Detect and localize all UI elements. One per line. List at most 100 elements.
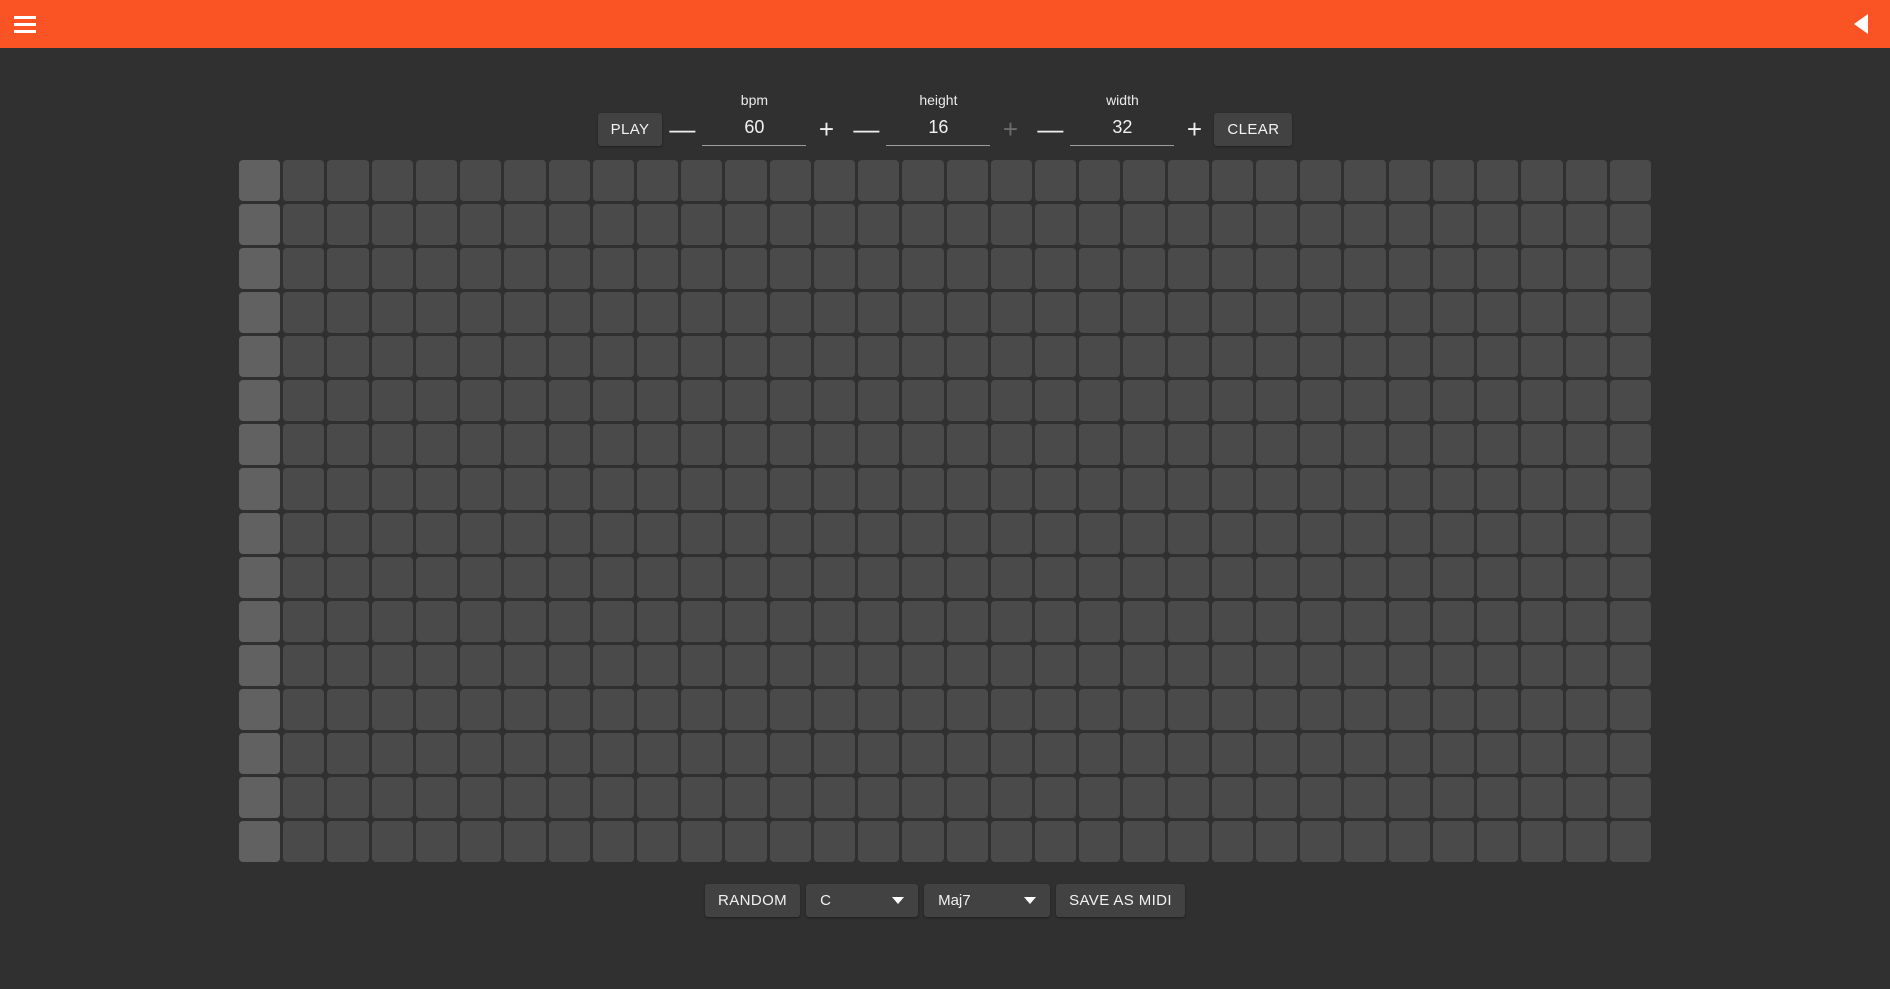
grid-cell[interactable] — [415, 336, 458, 378]
grid-cell[interactable] — [1079, 160, 1121, 202]
width-input[interactable] — [1070, 115, 1175, 146]
grid-cell[interactable] — [1432, 600, 1475, 642]
grid-cell[interactable] — [1123, 776, 1165, 818]
grid-cell[interactable] — [1388, 424, 1430, 466]
grid-cell[interactable] — [1167, 732, 1209, 774]
grid-cell[interactable] — [415, 600, 458, 642]
grid-cell[interactable] — [1034, 380, 1077, 422]
grid-cell[interactable] — [548, 248, 590, 290]
grid-cell[interactable] — [1609, 160, 1651, 202]
grid-cell[interactable] — [283, 380, 325, 422]
grid-cell[interactable] — [636, 688, 679, 730]
grid-cell[interactable] — [1256, 688, 1298, 730]
grid-cell[interactable] — [725, 248, 767, 290]
grid-cell[interactable] — [239, 424, 281, 466]
grid-cell[interactable] — [636, 336, 679, 378]
grid-cell[interactable] — [460, 688, 502, 730]
grid-cell[interactable] — [460, 336, 502, 378]
grid-cell[interactable] — [858, 160, 900, 202]
grid-cell[interactable] — [283, 424, 325, 466]
grid-cell[interactable] — [504, 292, 546, 334]
grid-cell[interactable] — [239, 160, 281, 202]
grid-cell[interactable] — [769, 644, 811, 686]
grid-cell[interactable] — [813, 556, 856, 598]
grid-cell[interactable] — [769, 820, 811, 862]
grid-cell[interactable] — [1609, 248, 1651, 290]
hamburger-menu-icon[interactable] — [14, 15, 36, 33]
grid-cell[interactable] — [1388, 556, 1430, 598]
grid-cell[interactable] — [1123, 512, 1165, 554]
grid-cell[interactable] — [548, 732, 590, 774]
grid-cell[interactable] — [636, 556, 679, 598]
grid-cell[interactable] — [1123, 160, 1165, 202]
grid-cell[interactable] — [946, 336, 988, 378]
grid-cell[interactable] — [1388, 248, 1430, 290]
grid-cell[interactable] — [725, 380, 767, 422]
grid-cell[interactable] — [1521, 204, 1563, 246]
bpm-decrement-button[interactable]: — — [662, 112, 702, 146]
grid-cell[interactable] — [1344, 688, 1386, 730]
grid-cell[interactable] — [1477, 644, 1519, 686]
grid-cell[interactable] — [1211, 468, 1254, 510]
grid-cell[interactable] — [858, 336, 900, 378]
grid-cell[interactable] — [1521, 292, 1563, 334]
grid-cell[interactable] — [769, 600, 811, 642]
grid-cell[interactable] — [902, 380, 944, 422]
grid-cell[interactable] — [592, 600, 634, 642]
grid-cell[interactable] — [327, 776, 369, 818]
grid-cell[interactable] — [725, 732, 767, 774]
grid-cell[interactable] — [1432, 424, 1475, 466]
grid-cell[interactable] — [946, 160, 988, 202]
grid-cell[interactable] — [1344, 776, 1386, 818]
grid-cell[interactable] — [681, 424, 723, 466]
grid-cell[interactable] — [1211, 160, 1254, 202]
grid-cell[interactable] — [813, 380, 856, 422]
grid-cell[interactable] — [681, 820, 723, 862]
grid-cell[interactable] — [636, 644, 679, 686]
grid-cell[interactable] — [725, 512, 767, 554]
grid-cell[interactable] — [1565, 600, 1607, 642]
height-decrement-button[interactable]: — — [846, 112, 886, 146]
grid-cell[interactable] — [1565, 380, 1607, 422]
grid-cell[interactable] — [1079, 204, 1121, 246]
grid-cell[interactable] — [460, 424, 502, 466]
grid-cell[interactable] — [460, 644, 502, 686]
grid-cell[interactable] — [1432, 336, 1475, 378]
grid-cell[interactable] — [1565, 292, 1607, 334]
grid-cell[interactable] — [504, 204, 546, 246]
grid-cell[interactable] — [1034, 688, 1077, 730]
grid-cell[interactable] — [858, 776, 900, 818]
grid-cell[interactable] — [902, 468, 944, 510]
grid-cell[interactable] — [1034, 204, 1077, 246]
grid-cell[interactable] — [1388, 512, 1430, 554]
grid-cell[interactable] — [769, 292, 811, 334]
grid-cell[interactable] — [415, 380, 458, 422]
grid-cell[interactable] — [1344, 732, 1386, 774]
grid-cell[interactable] — [1256, 732, 1298, 774]
grid-cell[interactable] — [283, 820, 325, 862]
grid-cell[interactable] — [1123, 732, 1165, 774]
grid-cell[interactable] — [415, 556, 458, 598]
grid-cell[interactable] — [283, 600, 325, 642]
grid-cell[interactable] — [460, 160, 502, 202]
grid-cell[interactable] — [990, 556, 1032, 598]
grid-cell[interactable] — [813, 512, 856, 554]
grid-cell[interactable] — [636, 732, 679, 774]
grid-cell[interactable] — [504, 556, 546, 598]
grid-cell[interactable] — [548, 556, 590, 598]
grid-cell[interactable] — [1521, 424, 1563, 466]
bpm-input[interactable] — [702, 115, 807, 146]
grid-cell[interactable] — [946, 600, 988, 642]
grid-cell[interactable] — [990, 688, 1032, 730]
grid-cell[interactable] — [1167, 600, 1209, 642]
grid-cell[interactable] — [1211, 424, 1254, 466]
grid-cell[interactable] — [1034, 468, 1077, 510]
grid-cell[interactable] — [902, 556, 944, 598]
grid-cell[interactable] — [1300, 644, 1342, 686]
grid-cell[interactable] — [1344, 600, 1386, 642]
grid-cell[interactable] — [415, 160, 458, 202]
chord-type-select[interactable]: Maj7 — [924, 884, 1051, 917]
grid-cell[interactable] — [1123, 820, 1165, 862]
grid-cell[interactable] — [858, 644, 900, 686]
grid-cell[interactable] — [592, 776, 634, 818]
